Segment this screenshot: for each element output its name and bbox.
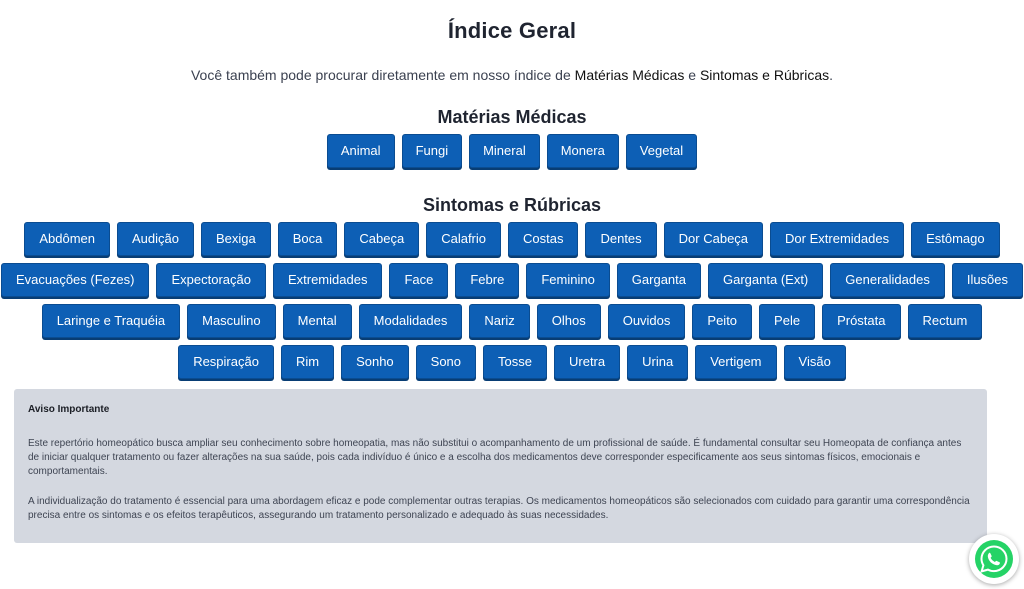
materia-button-animal[interactable]: Animal bbox=[326, 134, 395, 168]
materia-button-vegetal[interactable]: Vegetal bbox=[625, 134, 698, 168]
sintoma-button-garganta-ext[interactable]: Garganta (Ext) bbox=[708, 263, 824, 297]
sintoma-button-boca[interactable]: Boca bbox=[277, 222, 338, 256]
sintoma-button-masculino[interactable]: Masculino bbox=[187, 304, 276, 338]
sintoma-button-pele[interactable]: Pele bbox=[759, 304, 816, 338]
sintoma-button-respiracao[interactable]: Respiração bbox=[178, 345, 274, 379]
whatsapp-icon bbox=[975, 540, 1013, 578]
sintoma-button-sono[interactable]: Sono bbox=[415, 345, 477, 379]
sintomas-row-2: Evacuações (Fezes) Expectoração Extremid… bbox=[0, 263, 1024, 297]
sintomas-title: Sintomas e Rúbricas bbox=[422, 195, 602, 215]
intro-link-sintomas[interactable]: Sintomas e Rúbricas bbox=[700, 67, 829, 83]
sintoma-button-garganta[interactable]: Garganta bbox=[616, 263, 701, 297]
sintoma-button-rectum[interactable]: Rectum bbox=[907, 304, 983, 338]
intro-text: Você também pode procurar diretamente em… bbox=[0, 65, 1024, 85]
sintoma-button-generalidades[interactable]: Generalidades bbox=[830, 263, 945, 297]
sintomas-row-3: Laringe e Traquéia Masculino Mental Moda… bbox=[0, 304, 1024, 338]
sintoma-button-urina[interactable]: Urina bbox=[627, 345, 689, 379]
sintoma-button-audicao[interactable]: Audição bbox=[117, 222, 194, 256]
sintoma-button-modalidades[interactable]: Modalidades bbox=[358, 304, 463, 338]
sintoma-button-olhos[interactable]: Olhos bbox=[536, 304, 601, 338]
materias-buttons: Animal Fungi Mineral Monera Vegetal bbox=[0, 134, 1024, 168]
materia-button-fungi[interactable]: Fungi bbox=[401, 134, 463, 168]
sintoma-button-peito[interactable]: Peito bbox=[692, 304, 753, 338]
sintoma-button-dor-cabeca[interactable]: Dor Cabeça bbox=[663, 222, 764, 256]
materia-button-mineral[interactable]: Mineral bbox=[469, 134, 540, 168]
whatsapp-button[interactable] bbox=[969, 534, 1019, 584]
sintoma-button-prostata[interactable]: Próstata bbox=[822, 304, 901, 338]
sintoma-button-abdomen[interactable]: Abdômen bbox=[24, 222, 111, 256]
sintoma-button-ilusoes[interactable]: Ilusões bbox=[951, 263, 1024, 297]
materia-button-monera[interactable]: Monera bbox=[546, 134, 619, 168]
sintoma-button-febre[interactable]: Febre bbox=[455, 263, 520, 297]
sintoma-button-sonho[interactable]: Sonho bbox=[341, 345, 409, 379]
sintoma-button-calafrio[interactable]: Calafrio bbox=[426, 222, 501, 256]
sintoma-button-uretra[interactable]: Uretra bbox=[554, 345, 621, 379]
sintomas-row-1: Abdômen Audição Bexiga Boca Cabeça Calaf… bbox=[0, 222, 1024, 256]
sintoma-button-face[interactable]: Face bbox=[389, 263, 449, 297]
intro-text-before: Você também pode procurar diretamente em… bbox=[190, 67, 575, 83]
intro-text-after: . bbox=[829, 67, 833, 83]
notice-title: Aviso Importante bbox=[28, 404, 110, 415]
sintoma-button-costas[interactable]: Costas bbox=[508, 222, 579, 256]
sintoma-button-bexiga[interactable]: Bexiga bbox=[201, 222, 271, 256]
intro-link-materias[interactable]: Matérias Médicas bbox=[575, 67, 685, 83]
sintoma-button-visao[interactable]: Visão bbox=[783, 345, 846, 379]
sintoma-button-rim[interactable]: Rim bbox=[280, 345, 335, 379]
sintoma-button-dentes[interactable]: Dentes bbox=[585, 222, 657, 256]
notice-paragraph-2: A individualização do tratamento é essen… bbox=[28, 496, 970, 521]
sintoma-button-tosse[interactable]: Tosse bbox=[483, 345, 547, 379]
sintoma-button-feminino[interactable]: Feminino bbox=[526, 263, 610, 297]
sintoma-button-dor-extremidades[interactable]: Dor Extremidades bbox=[770, 222, 905, 256]
page-title: Índice Geral bbox=[447, 18, 577, 43]
important-notice: Aviso Importante Este repertório homeopá… bbox=[14, 389, 987, 543]
sintoma-button-laringe-traqueia[interactable]: Laringe e Traquéia bbox=[41, 304, 181, 338]
sintoma-button-nariz[interactable]: Nariz bbox=[469, 304, 530, 338]
materias-title: Matérias Médicas bbox=[437, 107, 587, 127]
sintoma-button-mental[interactable]: Mental bbox=[282, 304, 352, 338]
notice-paragraph-1: Este repertório homeopático busca amplia… bbox=[28, 438, 962, 477]
sintoma-button-extremidades[interactable]: Extremidades bbox=[272, 263, 383, 297]
sintomas-row-4: Respiração Rim Sonho Sono Tosse Uretra U… bbox=[0, 345, 1024, 379]
sintoma-button-vertigem[interactable]: Vertigem bbox=[695, 345, 777, 379]
sintoma-button-ouvidos[interactable]: Ouvidos bbox=[607, 304, 686, 338]
sintoma-button-estomago[interactable]: Estômago bbox=[911, 222, 1000, 256]
intro-text-middle: e bbox=[684, 67, 700, 83]
sintoma-button-expectoracao[interactable]: Expectoração bbox=[156, 263, 266, 297]
sintoma-button-cabeca[interactable]: Cabeça bbox=[344, 222, 420, 256]
sintoma-button-evacuacoes[interactable]: Evacuações (Fezes) bbox=[0, 263, 150, 297]
